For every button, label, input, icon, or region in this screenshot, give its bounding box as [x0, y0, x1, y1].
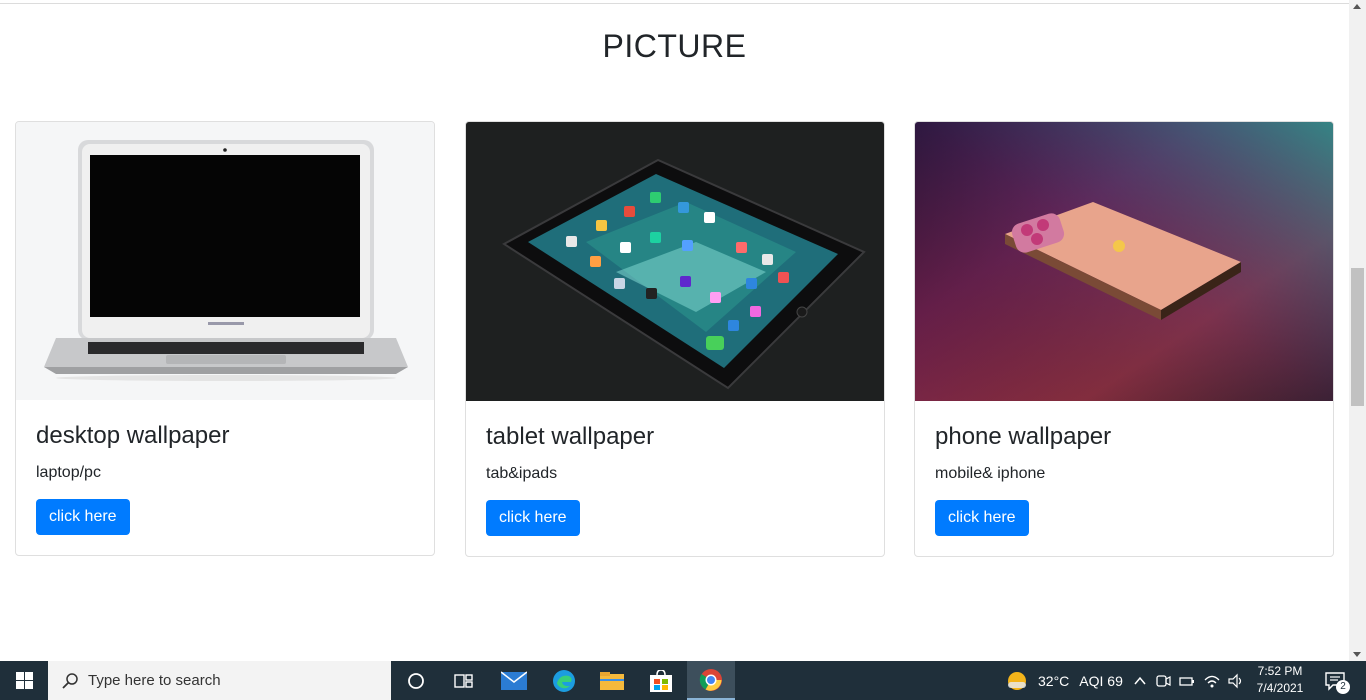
system-tray: [1133, 661, 1245, 700]
taskbar-search-box[interactable]: Type here to search: [48, 661, 391, 700]
click-here-button[interactable]: click here: [486, 500, 580, 536]
system-clock[interactable]: 7:52 PM 7/4/2021: [1250, 663, 1310, 697]
card-text: mobile& iphone: [935, 465, 1046, 482]
weather-widget[interactable]: 32°C AQI 69: [1006, 661, 1123, 700]
search-placeholder: Type here to search: [88, 672, 221, 689]
card-tablet: tablet wallpaper tab&ipads click here: [465, 121, 885, 557]
click-here-button[interactable]: click here: [935, 500, 1029, 536]
clock-time: 7:52 PM: [1257, 664, 1303, 678]
laptop-image: [16, 122, 434, 400]
card-desktop: desktop wallpaper laptop/pc click here: [15, 121, 435, 556]
cortana-icon[interactable]: [392, 661, 440, 700]
meet-now-icon[interactable]: [1155, 673, 1171, 689]
tablet-image: [466, 122, 884, 401]
windows-logo-icon: [15, 672, 33, 689]
card-text: laptop/pc: [36, 464, 101, 481]
chrome-icon[interactable]: [687, 661, 735, 700]
volume-icon[interactable]: [1227, 673, 1245, 689]
chevron-up-icon[interactable]: [1133, 674, 1147, 688]
file-explorer-icon[interactable]: [588, 661, 636, 700]
edge-icon[interactable]: [540, 661, 588, 700]
page-title: PICTURE: [602, 28, 747, 64]
weather-sun-icon: [1008, 671, 1026, 690]
card-text: tab&ipads: [486, 465, 558, 482]
notification-count-badge: 2: [1336, 680, 1350, 694]
battery-icon[interactable]: [1179, 673, 1195, 689]
top-divider: [0, 3, 1349, 4]
scroll-thumb[interactable]: [1351, 268, 1364, 406]
scroll-up-arrow[interactable]: [1353, 4, 1361, 9]
task-view-icon[interactable]: [440, 661, 488, 700]
windows-taskbar: Type here to search 32°C AQI 69 7:52 PM …: [0, 661, 1366, 700]
card-title: phone wallpaper: [935, 423, 1112, 450]
browser-viewport: PICTURE desktop wallpaper laptop/pc clic…: [0, 0, 1349, 661]
card-title: desktop wallpaper: [36, 422, 230, 449]
vertical-scrollbar[interactable]: [1349, 0, 1366, 661]
weather-aqi: AQI 69: [1079, 672, 1123, 689]
phone-image: [915, 122, 1333, 401]
store-icon[interactable]: [637, 661, 685, 700]
card-phone: phone wallpaper mobile& iphone click her…: [914, 121, 1334, 557]
start-button[interactable]: [0, 661, 48, 700]
weather-temp: 32°C: [1038, 672, 1070, 689]
mail-icon[interactable]: [490, 661, 538, 700]
notification-center[interactable]: 2: [1324, 661, 1350, 700]
click-here-button[interactable]: click here: [36, 499, 130, 535]
search-icon: [62, 672, 78, 689]
scroll-down-arrow[interactable]: [1353, 652, 1361, 657]
card-title: tablet wallpaper: [486, 423, 655, 450]
wifi-icon[interactable]: [1203, 673, 1221, 689]
clock-date: 7/4/2021: [1256, 681, 1304, 695]
